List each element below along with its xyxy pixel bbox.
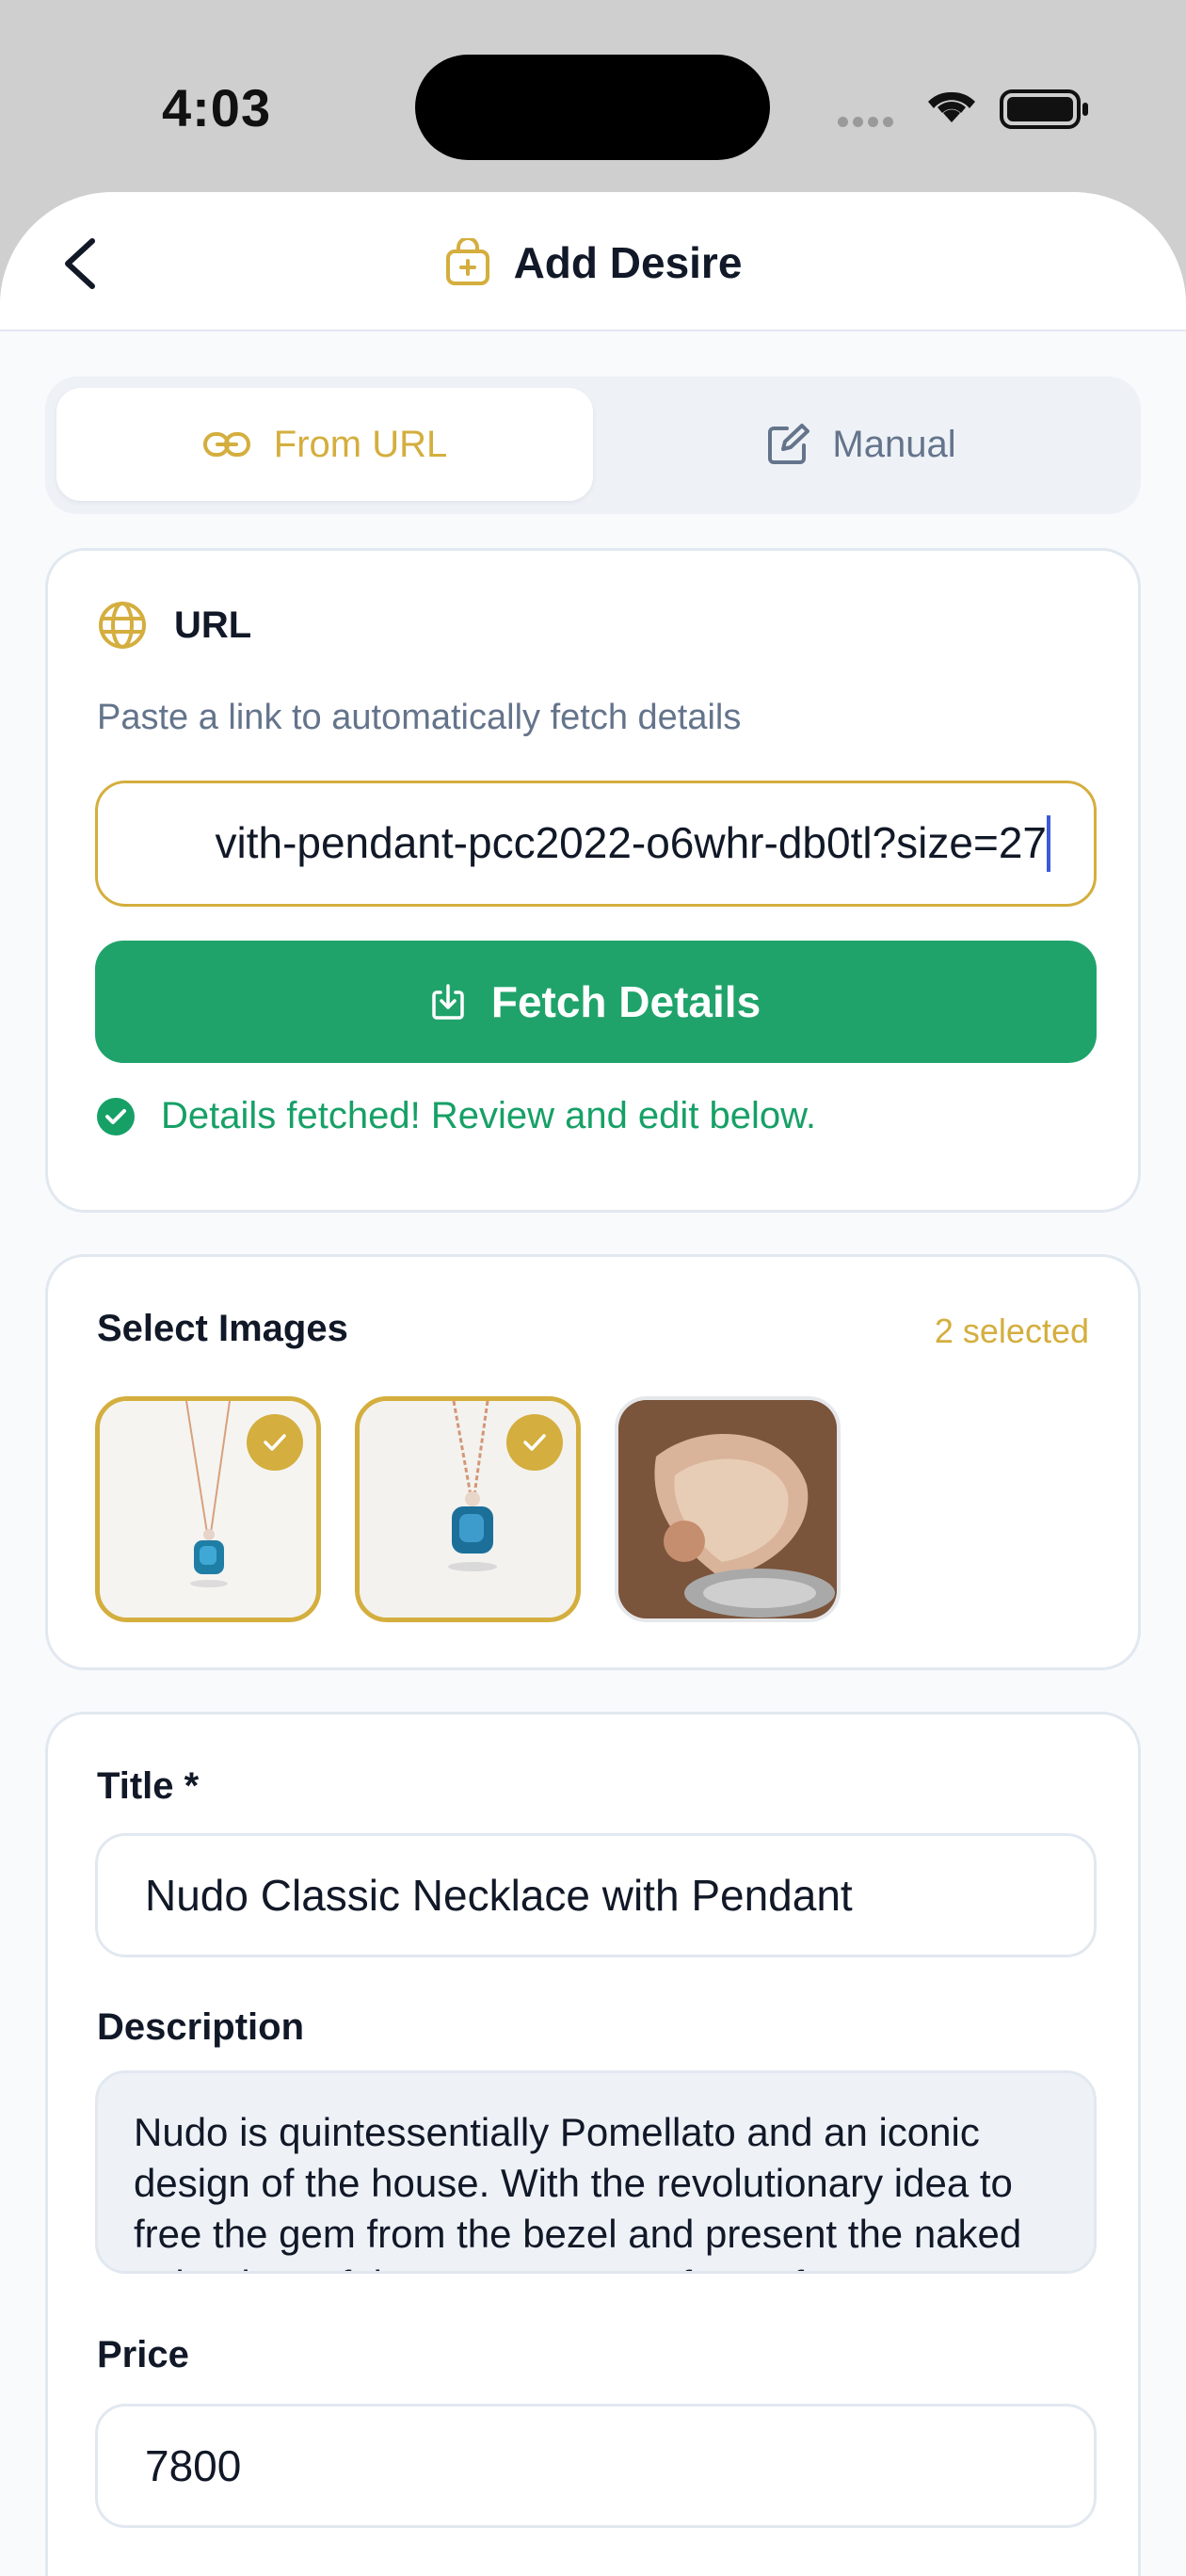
cellular-signal-icon [838,115,898,132]
url-input-value: vith-pendant-pcc2022-o6whr-db0tl?size=27 [215,818,1047,867]
select-images-card: Select Images 2 selected [45,1254,1141,1670]
price-label: Price [97,2334,189,2375]
description-textarea[interactable]: Nudo is quintessentially Pomellato and a… [95,2070,1097,2274]
battery-icon [1000,89,1088,129]
status-bar: 4:03 [0,0,1186,198]
check-badge-icon [506,1414,563,1471]
price-input-value: 7800 [145,2441,242,2490]
gift-bag-icon [445,238,489,285]
url-label: URL [174,604,252,646]
text-caret [1047,815,1050,872]
status-time: 4:03 [162,78,272,137]
image-thumbnail-3[interactable] [615,1396,841,1622]
details-form-card: Title * Nudo Classic Necklace with Penda… [45,1712,1141,2576]
check-badge-icon [247,1414,303,1471]
description-label: Description [97,2006,305,2048]
pave-heart-image [618,1400,837,1618]
url-hint: Paste a link to automatically fetch deta… [97,698,742,737]
title-label: Title * [97,1765,200,1807]
check-circle-icon [97,1097,135,1135]
title-input-value: Nudo Classic Necklace with Pendant [145,1871,853,1920]
source-segmented-control: From URL Manual [45,377,1141,514]
select-images-title: Select Images [97,1308,348,1349]
price-input[interactable]: 7800 [95,2404,1097,2528]
success-text: Details fetched! Review and edit below. [161,1095,816,1136]
navigation-bar: Add Desire [0,192,1186,331]
url-header: URL [97,600,251,651]
title-input[interactable]: Nudo Classic Necklace with Pendant [95,1833,1097,1957]
image-thumbnail-2[interactable] [355,1396,581,1622]
tab-from-url-label: From URL [273,423,448,465]
fetch-success-message: Details fetched! Review and edit below. [95,1095,816,1137]
url-input[interactable]: vith-pendant-pcc2022-o6whr-db0tl?size=27 [95,781,1097,907]
download-icon [432,984,464,1020]
fetch-details-label: Fetch Details [490,977,761,1026]
dynamic-island [415,55,770,160]
description-value: Nudo is quintessentially Pomellato and a… [134,2110,1022,2271]
add-desire-sheet: Add Desire From URL Manual URL Paste a l… [0,192,1186,2576]
nav-title-group: Add Desire [0,230,1186,296]
link-icon [202,432,250,457]
tab-manual-label: Manual [832,423,956,465]
edit-icon [768,424,810,464]
status-icons [838,83,1101,130]
globe-icon [99,602,146,649]
tab-manual[interactable]: Manual [593,388,1130,501]
image-thumbnail-1[interactable] [95,1396,321,1622]
url-card: URL Paste a link to automatically fetch … [45,548,1141,1213]
selected-count: 2 selected [934,1312,1089,1350]
page-title: Add Desire [513,238,743,287]
wifi-icon [928,91,975,122]
tab-from-url[interactable]: From URL [56,388,593,501]
fetch-details-button[interactable]: Fetch Details [95,941,1097,1063]
